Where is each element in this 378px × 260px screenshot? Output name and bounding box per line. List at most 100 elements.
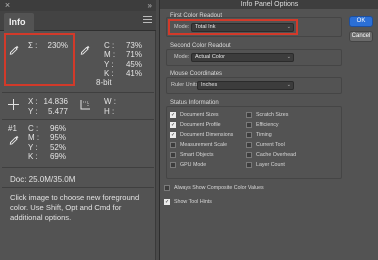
first-mode-select[interactable]: Total Ink ⌄	[191, 23, 294, 32]
checkbox-measurement-scale[interactable]: Measurement Scale	[170, 142, 227, 148]
second-mode-select[interactable]: Actual Color ⌄	[191, 53, 294, 62]
sample-id: #1	[8, 124, 17, 133]
sample-value-m: 95%	[49, 133, 66, 142]
checkbox-document-profile[interactable]: ✓ Document Profile	[170, 122, 221, 128]
checkbox-label: Show Tool Hints	[174, 199, 212, 205]
checkbox-current-tool[interactable]: Current Tool	[246, 142, 285, 148]
bit-depth: 8-bit	[96, 78, 112, 87]
checkbox-label: Cache Overhead	[256, 152, 297, 158]
checkbox-document-dimensions[interactable]: ✓ Document Dimensions	[170, 132, 233, 138]
checkbox-gpu-mode[interactable]: GPU Mode	[170, 162, 206, 168]
sample-label-y: Y :	[28, 143, 38, 152]
section-divider	[2, 187, 154, 188]
checkbox-box[interactable]	[246, 152, 252, 158]
checkbox-box[interactable]	[246, 142, 252, 148]
sample-label-m: M :	[28, 133, 40, 142]
checkbox-label: Current Tool	[256, 142, 285, 148]
panel-titlebar: × »	[0, 0, 156, 11]
checkbox-box[interactable]: ✓	[170, 132, 176, 138]
section-divider	[2, 119, 154, 120]
eyedropper-icon[interactable]	[9, 45, 19, 55]
y-value: 5.477	[47, 107, 68, 116]
sample-value-c: 96%	[49, 124, 66, 133]
crosshair-icon	[8, 99, 19, 110]
checkbox-box[interactable]	[170, 152, 176, 158]
section-divider	[2, 167, 154, 168]
info-panel-options-dialog: Info Panel Options First Color Readout M…	[159, 0, 378, 260]
checkbox-timing[interactable]: Timing	[246, 132, 272, 138]
first-readout-sigma: Σ :	[28, 41, 38, 50]
checkbox-label: Layer Count	[256, 162, 285, 168]
tab-bar: Info	[0, 11, 156, 31]
checkbox-show-tool-hints[interactable]: ✓ Show Tool Hints	[164, 199, 212, 205]
cmyk-label-y: Y :	[104, 60, 114, 69]
close-icon[interactable]: ×	[3, 1, 12, 10]
first-readout-value: 230%	[47, 41, 68, 50]
checkbox-box[interactable]	[170, 142, 176, 148]
x-label: X :	[28, 97, 38, 106]
checkbox-efficiency[interactable]: Efficiency	[246, 122, 279, 128]
ruler-units-select[interactable]: Inches ⌄	[197, 81, 294, 90]
checkbox-box[interactable]	[164, 185, 170, 191]
checkbox-box[interactable]: ✓	[170, 112, 176, 118]
checkbox-always-composite[interactable]: Always Show Composite Color Values	[164, 185, 264, 191]
checkbox-scratch-sizes[interactable]: Scratch Sizes	[246, 112, 288, 118]
cmyk-value-m: 71%	[125, 50, 142, 59]
checkbox-box[interactable]	[170, 162, 176, 168]
checkbox-box[interactable]: ✓	[170, 122, 176, 128]
y-label: Y :	[28, 107, 38, 116]
checkbox-label: Measurement Scale	[180, 142, 228, 148]
checkbox-smart-objects[interactable]: Smart Objects	[170, 152, 214, 158]
ok-button[interactable]: OK	[349, 16, 373, 27]
doc-status: Doc: 25.0M/35.0M	[10, 175, 76, 184]
sample-value-k: 69%	[49, 152, 66, 161]
x-value: 14.836	[43, 97, 68, 106]
cmyk-value-y: 45%	[125, 60, 142, 69]
second-mode-label: Mode:	[174, 54, 190, 60]
first-mode-value: Total Ink	[195, 24, 216, 30]
second-mode-value: Actual Color	[195, 54, 225, 60]
checkbox-label: Timing	[256, 132, 272, 138]
cmyk-label-k: K :	[104, 69, 114, 78]
sample-value-y: 52%	[49, 143, 66, 152]
dialog-title: Info Panel Options	[160, 0, 378, 9]
first-mode-label: Mode:	[174, 24, 190, 30]
checkbox-label: Smart Objects	[180, 152, 214, 158]
checkbox-box[interactable]	[246, 162, 252, 168]
checkbox-label: Document Profile	[180, 122, 221, 128]
collapse-icon[interactable]: »	[148, 0, 152, 11]
ruler-units-label: Ruler Units:	[171, 82, 200, 88]
checkbox-document-sizes[interactable]: ✓ Document Sizes	[170, 112, 219, 118]
tab-info[interactable]: Info	[4, 13, 34, 31]
w-label: W :	[104, 97, 116, 106]
checkbox-box[interactable]: ✓	[164, 199, 170, 205]
sample-label-k: K :	[28, 152, 38, 161]
checkbox-label: Scratch Sizes	[256, 112, 289, 118]
chevron-down-icon: ⌄	[286, 54, 291, 60]
info-panel: × » Info Σ : 230% C : 73% M : 71% Y : 45…	[0, 0, 156, 260]
selection-size-icon	[80, 100, 90, 110]
sample-label-c: C :	[28, 124, 39, 133]
h-label: H :	[104, 107, 115, 116]
chevron-down-icon: ⌄	[286, 24, 291, 30]
checkbox-box[interactable]	[246, 122, 252, 128]
checkbox-cache-overhead[interactable]: Cache Overhead	[246, 152, 296, 158]
cmyk-label-c: C :	[104, 41, 115, 50]
checkbox-label: Always Show Composite Color Values	[174, 185, 264, 191]
cmyk-value-c: 73%	[125, 41, 142, 50]
help-text: Click image to choose new foreground col…	[10, 193, 140, 222]
ruler-units-value: Inches	[201, 82, 218, 88]
checkbox-box[interactable]	[246, 132, 252, 138]
panel-menu-icon[interactable]	[143, 16, 152, 25]
checkbox-label: Efficiency	[256, 122, 279, 128]
eyedropper-icon[interactable]	[9, 135, 19, 145]
eyedropper-icon[interactable]	[80, 45, 90, 55]
checkbox-label: GPU Mode	[180, 162, 207, 168]
checkbox-layer-count[interactable]: Layer Count	[246, 162, 285, 168]
checkbox-box[interactable]	[246, 112, 252, 118]
cmyk-value-k: 41%	[125, 69, 142, 78]
cancel-button[interactable]: Cancel	[349, 31, 373, 42]
checkbox-label: Document Dimensions	[180, 132, 234, 138]
chevron-down-icon: ⌄	[286, 82, 291, 88]
cmyk-label-m: M :	[104, 50, 116, 59]
